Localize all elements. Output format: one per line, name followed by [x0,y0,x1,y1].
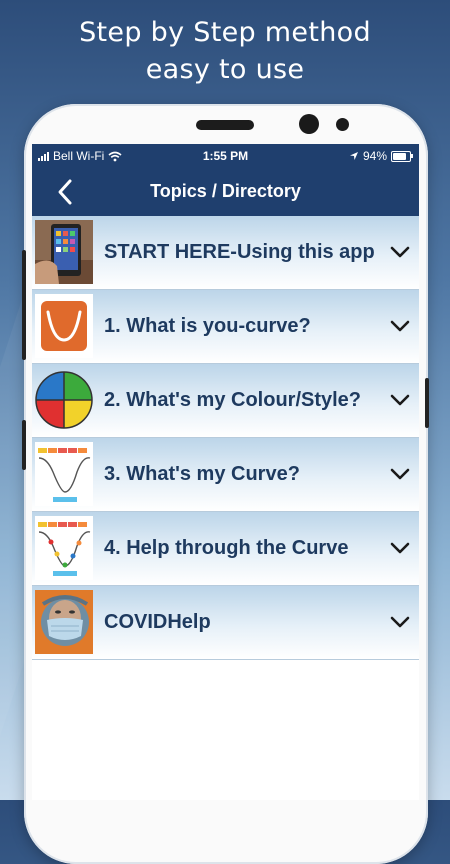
chevron-down-icon[interactable] [389,317,411,335]
phone-speaker [196,120,254,130]
person-wearing-mask-thumbnail [35,590,93,654]
chevron-down-icon[interactable] [389,465,411,483]
app-screen: Bell Wi-Fi 1:55 PM 94% Topics / Director… [32,144,419,800]
chevron-down-icon[interactable] [389,391,411,409]
topics-list: START HERE-Using this app 1. What is you… [32,216,419,660]
phone-sensor [336,118,349,131]
topic-row-whats-my-curve[interactable]: 3. What's my Curve? [32,438,419,512]
phone-camera [299,114,319,134]
topic-label: 4. Help through the Curve [104,537,349,559]
topic-label: 3. What's my Curve? [104,463,300,485]
curve-chart-dots-thumbnail [35,516,93,580]
nav-bar: Topics / Directory [32,168,419,216]
phone-power-button [425,378,429,428]
battery-icon [391,150,413,162]
topic-label: START HERE-Using this app [104,241,375,263]
topic-row-what-is-you-curve[interactable]: 1. What is you-curve? [32,290,419,364]
topic-row-colour-style[interactable]: 2. What's my Colour/Style? [32,364,419,438]
status-bar: Bell Wi-Fi 1:55 PM 94% [32,144,419,168]
topic-row-start-here[interactable]: START HERE-Using this app [32,216,419,290]
promo-headline-line2: easy to use [145,54,305,85]
phone-side-button [22,420,26,470]
page-title: Topics / Directory [150,181,301,201]
status-right: 94% [349,149,413,163]
topic-label: 1. What is you-curve? [104,315,311,337]
topic-label: 2. What's my Colour/Style? [104,389,362,411]
four-color-quadrant-thumbnail [35,368,93,432]
curve-chart-thumbnail [35,442,93,506]
topic-row-help-through-curve[interactable]: 4. Help through the Curve [32,512,419,586]
chevron-down-icon[interactable] [389,613,411,631]
chevron-down-icon[interactable] [389,243,411,261]
topic-label: COVIDHelp [104,611,211,633]
chevron-down-icon[interactable] [389,539,411,557]
topic-row-covid-help[interactable]: COVIDHelp [32,586,419,660]
hand-holding-phone-thumbnail [35,220,93,284]
battery-percent: 94% [362,149,387,163]
location-arrow-icon [349,152,358,160]
promo-headline: Step by Step method easy to use [0,14,450,88]
promo-headline-line1: Step by Step method [79,17,371,48]
phone-volume-button [22,250,26,360]
orange-u-curve-logo-thumbnail [35,294,93,358]
